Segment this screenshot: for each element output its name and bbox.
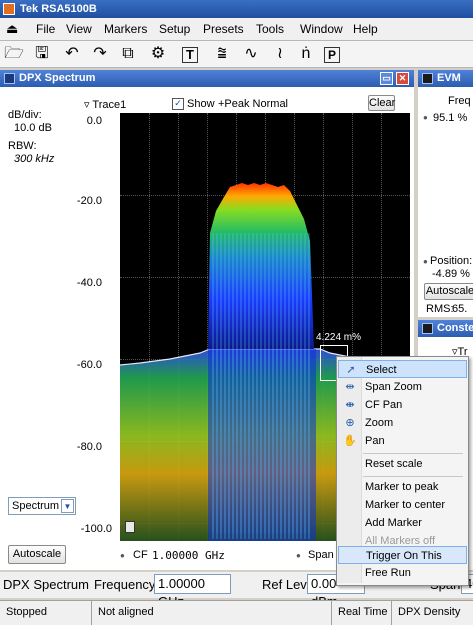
show-checkbox[interactable]: ✓ [172, 98, 184, 110]
context-menu-zoom[interactable]: ⊕ Zoom [338, 414, 467, 432]
cf-value: 1.00000 GHz [152, 549, 225, 562]
evm-value: 95.1 % [433, 112, 468, 124]
menu-setup[interactable]: Setup [159, 22, 190, 36]
peak-mode: +Peak Normal [218, 98, 289, 110]
app-logo-icon [3, 3, 15, 15]
save-icon[interactable]: 🖫 [32, 44, 52, 64]
status-display-mode: DPX Density [398, 606, 461, 618]
span-zoom-icon: ⇹ [345, 381, 355, 393]
spectrum-icon[interactable]: ⩰ [212, 44, 232, 64]
constellation-panel-header: Conste [418, 320, 473, 337]
context-menu-marker-to-center[interactable]: Marker to center [338, 496, 467, 514]
trigger-icon[interactable]: T [182, 47, 198, 63]
context-menu-cf-pan[interactable]: ⇼ CF Pan [338, 396, 467, 414]
context-menu-reset-scale[interactable]: Reset scale [338, 455, 467, 473]
y-tick: -20.0 [76, 195, 102, 207]
clear-button[interactable]: Clear [368, 95, 395, 111]
context-menu-pan[interactable]: ✋ Pan [338, 432, 467, 450]
settings-measurement-name: DPX Spectrum [3, 577, 89, 592]
average-icon[interactable]: ṅ [296, 44, 316, 64]
menu-bar: ⏏ File View Markers Setup Presets Tools … [0, 18, 473, 41]
y-tick: -100.0 [80, 523, 112, 535]
status-alignment: Not aligned [92, 601, 332, 625]
reflev-label: Ref Lev [262, 577, 307, 592]
menu-view[interactable]: View [66, 22, 92, 36]
menu-presets[interactable]: Presets [203, 22, 244, 36]
menu-markers[interactable]: Markers [104, 22, 147, 36]
trace-name: Trace1 [92, 99, 127, 111]
swept-icon[interactable]: ≀ [270, 44, 290, 64]
panel-icon [4, 73, 15, 84]
hand-icon: ✋ [343, 435, 357, 447]
eject-icon[interactable]: ⏏ [6, 21, 18, 37]
presets-icon[interactable]: P [324, 47, 340, 63]
context-menu-span-zoom[interactable]: ⇹ Span Zoom [338, 378, 467, 396]
constellation-panel-title: Conste [437, 322, 473, 334]
app-title-bar: Tek RSA5100B [0, 0, 473, 18]
context-menu-free-run[interactable]: Free Run [338, 564, 467, 582]
redo-icon[interactable]: ↷ [90, 44, 110, 64]
evm-position-value: -4.89 % [432, 268, 470, 280]
cf-label: CF [133, 549, 148, 561]
chevron-down-icon[interactable]: ▼ [61, 499, 74, 513]
dot-icon: ● [423, 113, 428, 122]
y-tick: -60.0 [76, 359, 102, 371]
frequency-field[interactable]: 1.00000 GHz [154, 574, 231, 609]
dbdiv-value: 10.0 dB [14, 122, 52, 134]
cf-dot-icon: ● [120, 551, 125, 560]
marker-indicator-icon [125, 521, 135, 533]
status-run-state: Stopped [0, 601, 92, 625]
autoscale-button[interactable]: Autoscale [8, 545, 66, 564]
evm-rms-label: RMS: [426, 303, 454, 315]
trace-select[interactable]: ▿ Trace1 [84, 98, 126, 111]
toolbar: 🗁 🖫 ↶ ↷ ⧉ ⚙ T ⩰ ∿ ≀ ṅ P [0, 41, 473, 68]
open-icon[interactable]: 🗁 [4, 44, 24, 64]
evm-column-header: Freq [448, 95, 471, 107]
display-select[interactable]: Spectrum ▼ [8, 497, 76, 515]
y-tick: 0.0 [86, 115, 102, 127]
dbdiv-label: dB/div: [8, 109, 42, 121]
menu-tools[interactable]: Tools [256, 22, 284, 36]
zoom-icon: ⊕ [345, 417, 355, 429]
context-menu: ➚ Select ⇹ Span Zoom ⇼ CF Pan ⊕ Zoom ✋ Pan Re… [336, 356, 469, 586]
frequency-label: Frequency [94, 577, 156, 592]
evm-position-label: Position: [430, 255, 473, 267]
rbw-label: RBW: [8, 140, 37, 152]
marker-readout: 4.224 m% [316, 332, 362, 343]
rbw-value: 300 kHz [14, 153, 55, 165]
show-label: Show [187, 98, 215, 110]
context-menu-trigger-on-this[interactable]: Trigger On This [338, 546, 467, 564]
span-label: Span [308, 549, 334, 561]
dpx-icon[interactable]: ∿ [241, 44, 261, 64]
restore-icon[interactable]: ▭ [380, 72, 393, 85]
close-icon[interactable]: ✕ [396, 72, 409, 85]
y-tick: -80.0 [76, 441, 102, 453]
context-menu-select[interactable]: ➚ Select [338, 360, 467, 378]
cursor-icon: ➚ [346, 364, 356, 376]
menu-help[interactable]: Help [353, 22, 378, 36]
panel-icon [422, 323, 433, 334]
cf-pan-icon: ⇼ [345, 399, 355, 411]
context-menu-add-marker[interactable]: Add Marker [338, 514, 467, 532]
display-select-value: Spectrum [12, 500, 60, 512]
span-dot-icon: ● [296, 551, 301, 560]
y-tick: -40.0 [76, 277, 102, 289]
dpx-panel-header: DPX Spectrum ▭ ✕ [0, 70, 414, 87]
gear-icon[interactable]: ⚙ [148, 44, 168, 64]
evm-rms-value: 65. [452, 303, 468, 315]
menu-file[interactable]: File [36, 22, 55, 36]
menu-window[interactable]: Window [300, 22, 343, 36]
dot-icon: ● [423, 257, 428, 266]
context-menu-marker-to-peak[interactable]: Marker to peak [338, 478, 467, 496]
app-title: Tek RSA5100B [20, 3, 97, 15]
undo-icon[interactable]: ↶ [62, 44, 82, 64]
status-acquisition: Real Time [332, 601, 392, 625]
evm-autoscale-button[interactable]: Autoscale [424, 283, 473, 300]
panel-icon [422, 73, 433, 84]
windows-icon[interactable]: ⧉ [118, 44, 138, 64]
evm-panel-body: Freq ● 95.1 % ● Position: -4.89 % Autosc… [418, 87, 473, 317]
evm-panel-header: EVM vs [418, 70, 473, 101]
status-bar: Stopped Not aligned Real Time DPX Densit… [0, 600, 473, 625]
dpx-panel-title: DPX Spectrum [19, 72, 96, 84]
